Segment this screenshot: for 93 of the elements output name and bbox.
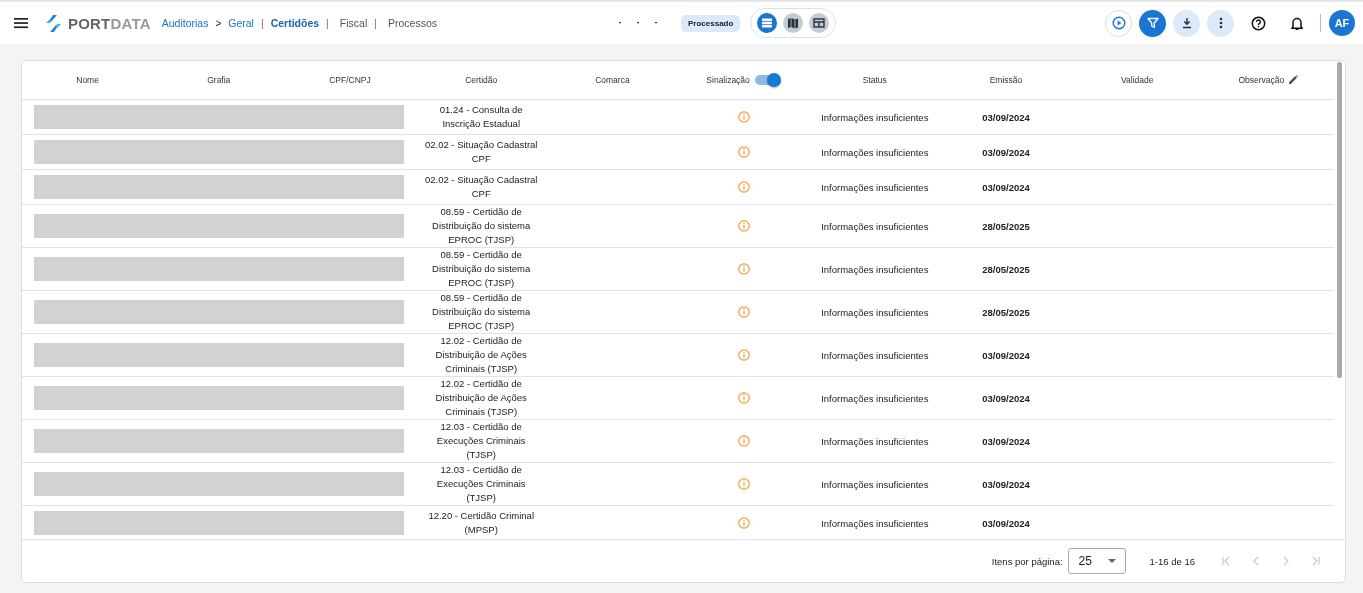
info-icon [737,220,750,232]
table-cell-text: 08.59 - Certidão de Distribuição do sistema EPROC (TJSP) [431,248,532,290]
info-icon [737,435,750,447]
logo-icon [44,13,63,33]
view-toggle-button[interactable] [783,13,804,33]
info-icon [737,478,750,490]
info-icon [737,392,750,404]
table-cell-text: Informações insuficientes [820,478,930,490]
info-icon [737,517,750,529]
breadcrumb-divider: | [260,17,264,29]
table-cell-text: 02.02 - Situação Cadastral CPF [423,138,539,166]
column-header: Certidão [465,75,498,85]
info-icon [737,181,750,193]
table-cell-text: Informações insuficientes [820,392,930,404]
download-icon [1180,17,1193,29]
table-cell-text: Informações insuficientes [820,263,930,275]
column-header: Grafia [207,75,231,85]
download-button[interactable] [1173,9,1200,37]
table-cell-text: 12.20 - Certidão Criminal (MPSP) [427,509,535,537]
table-cell-text: Informações insuficientes [820,349,930,361]
filter-icon [1146,17,1159,29]
breadcrumb-separator: > [215,17,222,29]
column-header: Observação [1238,75,1285,85]
column-header: Validade [1120,75,1154,85]
chevron-icon [1220,555,1232,567]
status-chip: Processado [681,14,741,32]
info-icon [737,349,750,361]
column-header: Status [862,75,887,85]
table-cell-text: 03/09/2024 [981,517,1031,529]
table-cell-text: 12.03 - Certidão de Execuções Criminais (TJSP) [435,463,527,505]
table-cell-text: Informações insuficientes [820,181,930,193]
table-cell-text: Informações insuficientes [820,146,930,158]
table-cell-text: 03/09/2024 [981,146,1031,158]
edit-icon[interactable] [1289,74,1299,84]
page-range: 1-16 de 16 [1149,555,1195,567]
column-header: CPF/CNPJ [329,75,371,85]
info-icon [737,111,750,123]
table-cell-text: 01.24 - Consulta de Inscrição Estadual [438,103,524,131]
table-cell-text: 03/09/2024 [981,349,1031,361]
play-icon [1111,16,1126,30]
breadcrumb-link[interactable]: Fiscal [339,17,368,29]
toggle-switch[interactable] [754,73,781,87]
table-cell-text: Informações insuficientes [820,220,930,232]
table-cell-text: 28/05/2025 [981,306,1031,318]
info-icon [737,306,750,318]
breadcrumb-link[interactable]: Geral [228,17,254,29]
play-button[interactable] [1105,9,1132,37]
table-cell-text: 08.59 - Certidão de Distribuição do sistema EPROC (TJSP) [431,205,532,247]
list-icon [761,17,774,29]
breadcrumb-link[interactable]: Processos [388,17,438,29]
column-header: Nome [76,75,99,85]
menu-icon[interactable] [14,17,28,29]
bell-icon [1289,15,1304,31]
table-cell-text: 08.59 - Certidão de Distribuição do sistema EPROC (TJSP) [431,291,532,333]
breadcrumb-link[interactable]: Certidões [270,17,320,29]
table-cell-text: 02.02 - Situação Cadastral CPF [423,173,539,201]
table-cell-text: 12.02 - Certidão de Distribuição de Ações Criminais (TJSP) [434,377,528,419]
table-cell-text: 03/09/2024 [981,181,1031,193]
table-cell-text: 03/09/2024 [981,478,1031,490]
table-cell-text: 28/05/2025 [981,220,1031,232]
table-cell-text: 12.03 - Certidão de Execuções Criminais (TJSP) [435,420,527,462]
table-cell-text: Informações insuficientes [820,111,930,123]
table-cell-text: 28/05/2025 [981,263,1031,275]
breadcrumb-link[interactable]: Auditorias [161,17,209,29]
table-cell-text: 03/09/2024 [981,392,1031,404]
table-cell-text: 03/09/2024 [981,435,1031,447]
scrollbar-thumb[interactable] [1337,62,1342,378]
column-header: Comarca [595,75,630,85]
more-icon [1218,17,1223,29]
help-icon [1251,15,1266,31]
table-cell-text: 03/09/2024 [981,111,1031,123]
brand-name: PORTDATA [68,14,151,32]
table-cell-text: Informações insuficientes [820,306,930,318]
user-avatar[interactable]: AF [1329,10,1355,36]
table-cell-text: Informações insuficientes [820,517,930,529]
breadcrumb-divider: | [326,17,329,29]
table-cell-text: Informações insuficientes [820,435,930,447]
column-header: Sinalização [706,75,750,85]
filter-button[interactable] [1139,9,1166,37]
view-toggle-button[interactable] [809,13,830,33]
breadcrumb-divider: | [374,17,377,29]
column-header: Emissão [989,75,1023,85]
caret-icon [1107,559,1116,563]
table-cell-text: 12.02 - Certidão de Distribuição de Ações Criminais (TJSP) [434,334,528,376]
chevron-icon [1310,555,1322,567]
info-icon [737,263,750,275]
loading-dots-icon [619,20,660,26]
page-size-select[interactable]: 25 [1067,548,1126,574]
info-icon [737,146,750,158]
items-per-page-label: Itens por página: [991,555,1063,567]
table-icon [813,17,826,29]
map-icon [787,17,800,29]
view-toggle-button[interactable] [757,13,778,33]
